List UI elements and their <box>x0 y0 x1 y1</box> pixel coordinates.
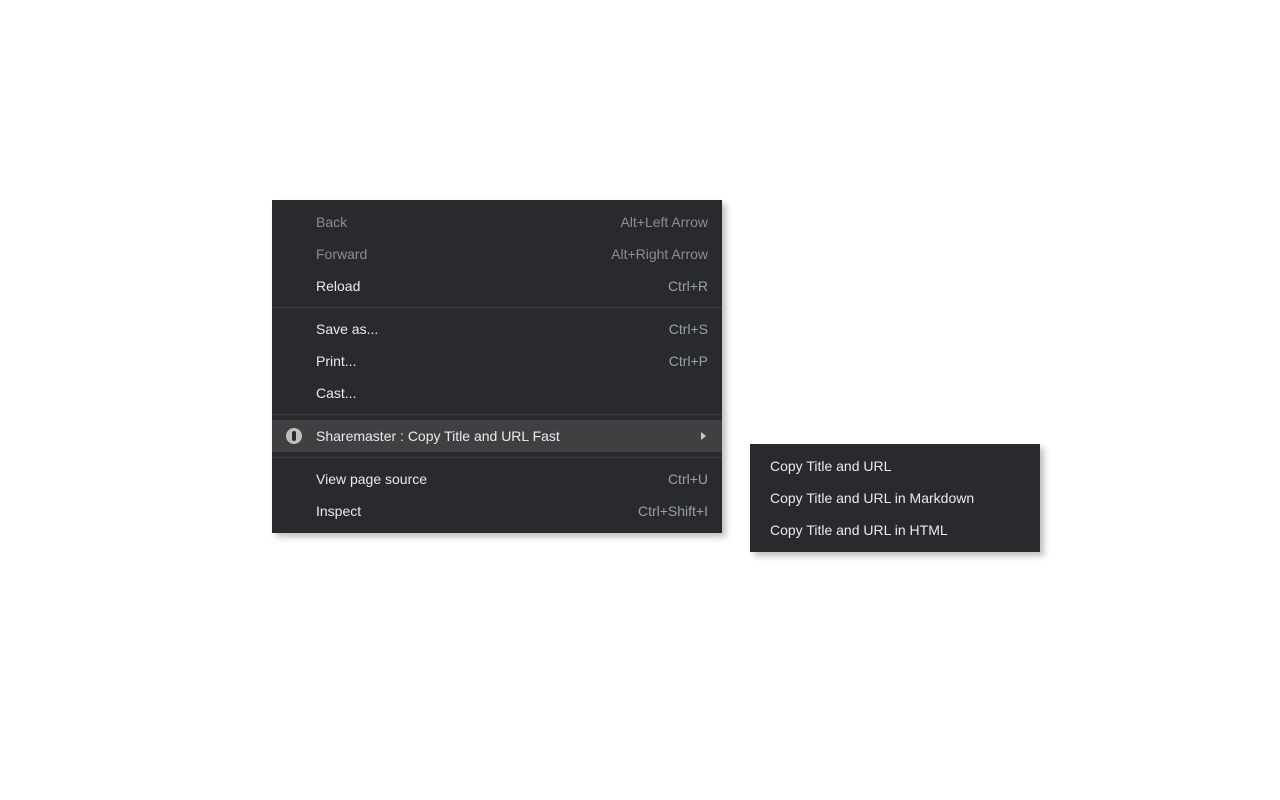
menu-item-label: View page source <box>316 471 427 487</box>
menu-separator <box>272 307 722 308</box>
menu-item-cast[interactable]: Cast... <box>272 377 722 409</box>
submenu-item-copy-markdown[interactable]: Copy Title and URL in Markdown <box>750 482 1040 514</box>
submenu-sharemaster: Copy Title and URL Copy Title and URL in… <box>750 444 1040 552</box>
chevron-right-icon <box>700 428 708 444</box>
submenu-item-copy-html[interactable]: Copy Title and URL in HTML <box>750 514 1040 546</box>
menu-item-shortcut: Ctrl+U <box>668 471 708 487</box>
menu-item-shortcut: Alt+Right Arrow <box>611 246 708 262</box>
extension-icon <box>284 426 304 446</box>
menu-item-label: Cast... <box>316 385 356 401</box>
menu-item-view-source[interactable]: View page source Ctrl+U <box>272 463 722 495</box>
menu-item-reload[interactable]: Reload Ctrl+R <box>272 270 722 302</box>
menu-item-label: Copy Title and URL in HTML <box>770 522 948 538</box>
menu-item-label: Print... <box>316 353 356 369</box>
menu-item-label: Sharemaster : Copy Title and URL Fast <box>316 428 560 444</box>
menu-item-label: Forward <box>316 246 367 262</box>
menu-item-shortcut: Ctrl+Shift+I <box>638 503 708 519</box>
menu-item-sharemaster[interactable]: Sharemaster : Copy Title and URL Fast <box>272 420 722 452</box>
menu-item-save-as[interactable]: Save as... Ctrl+S <box>272 313 722 345</box>
menu-item-print[interactable]: Print... Ctrl+P <box>272 345 722 377</box>
menu-item-inspect[interactable]: Inspect Ctrl+Shift+I <box>272 495 722 527</box>
menu-item-forward[interactable]: Forward Alt+Right Arrow <box>272 238 722 270</box>
menu-item-shortcut: Ctrl+R <box>668 278 708 294</box>
menu-item-label: Copy Title and URL <box>770 458 891 474</box>
menu-item-label: Back <box>316 214 347 230</box>
submenu-item-copy-title-url[interactable]: Copy Title and URL <box>750 450 1040 482</box>
menu-separator <box>272 414 722 415</box>
menu-item-label: Save as... <box>316 321 378 337</box>
menu-item-label: Inspect <box>316 503 361 519</box>
menu-separator <box>272 457 722 458</box>
menu-item-shortcut: Ctrl+P <box>669 353 708 369</box>
menu-item-shortcut: Alt+Left Arrow <box>620 214 708 230</box>
menu-item-label: Copy Title and URL in Markdown <box>770 490 974 506</box>
menu-item-back[interactable]: Back Alt+Left Arrow <box>272 206 722 238</box>
menu-item-label: Reload <box>316 278 360 294</box>
context-menu: Back Alt+Left Arrow Forward Alt+Right Ar… <box>272 200 722 533</box>
menu-item-shortcut: Ctrl+S <box>669 321 708 337</box>
